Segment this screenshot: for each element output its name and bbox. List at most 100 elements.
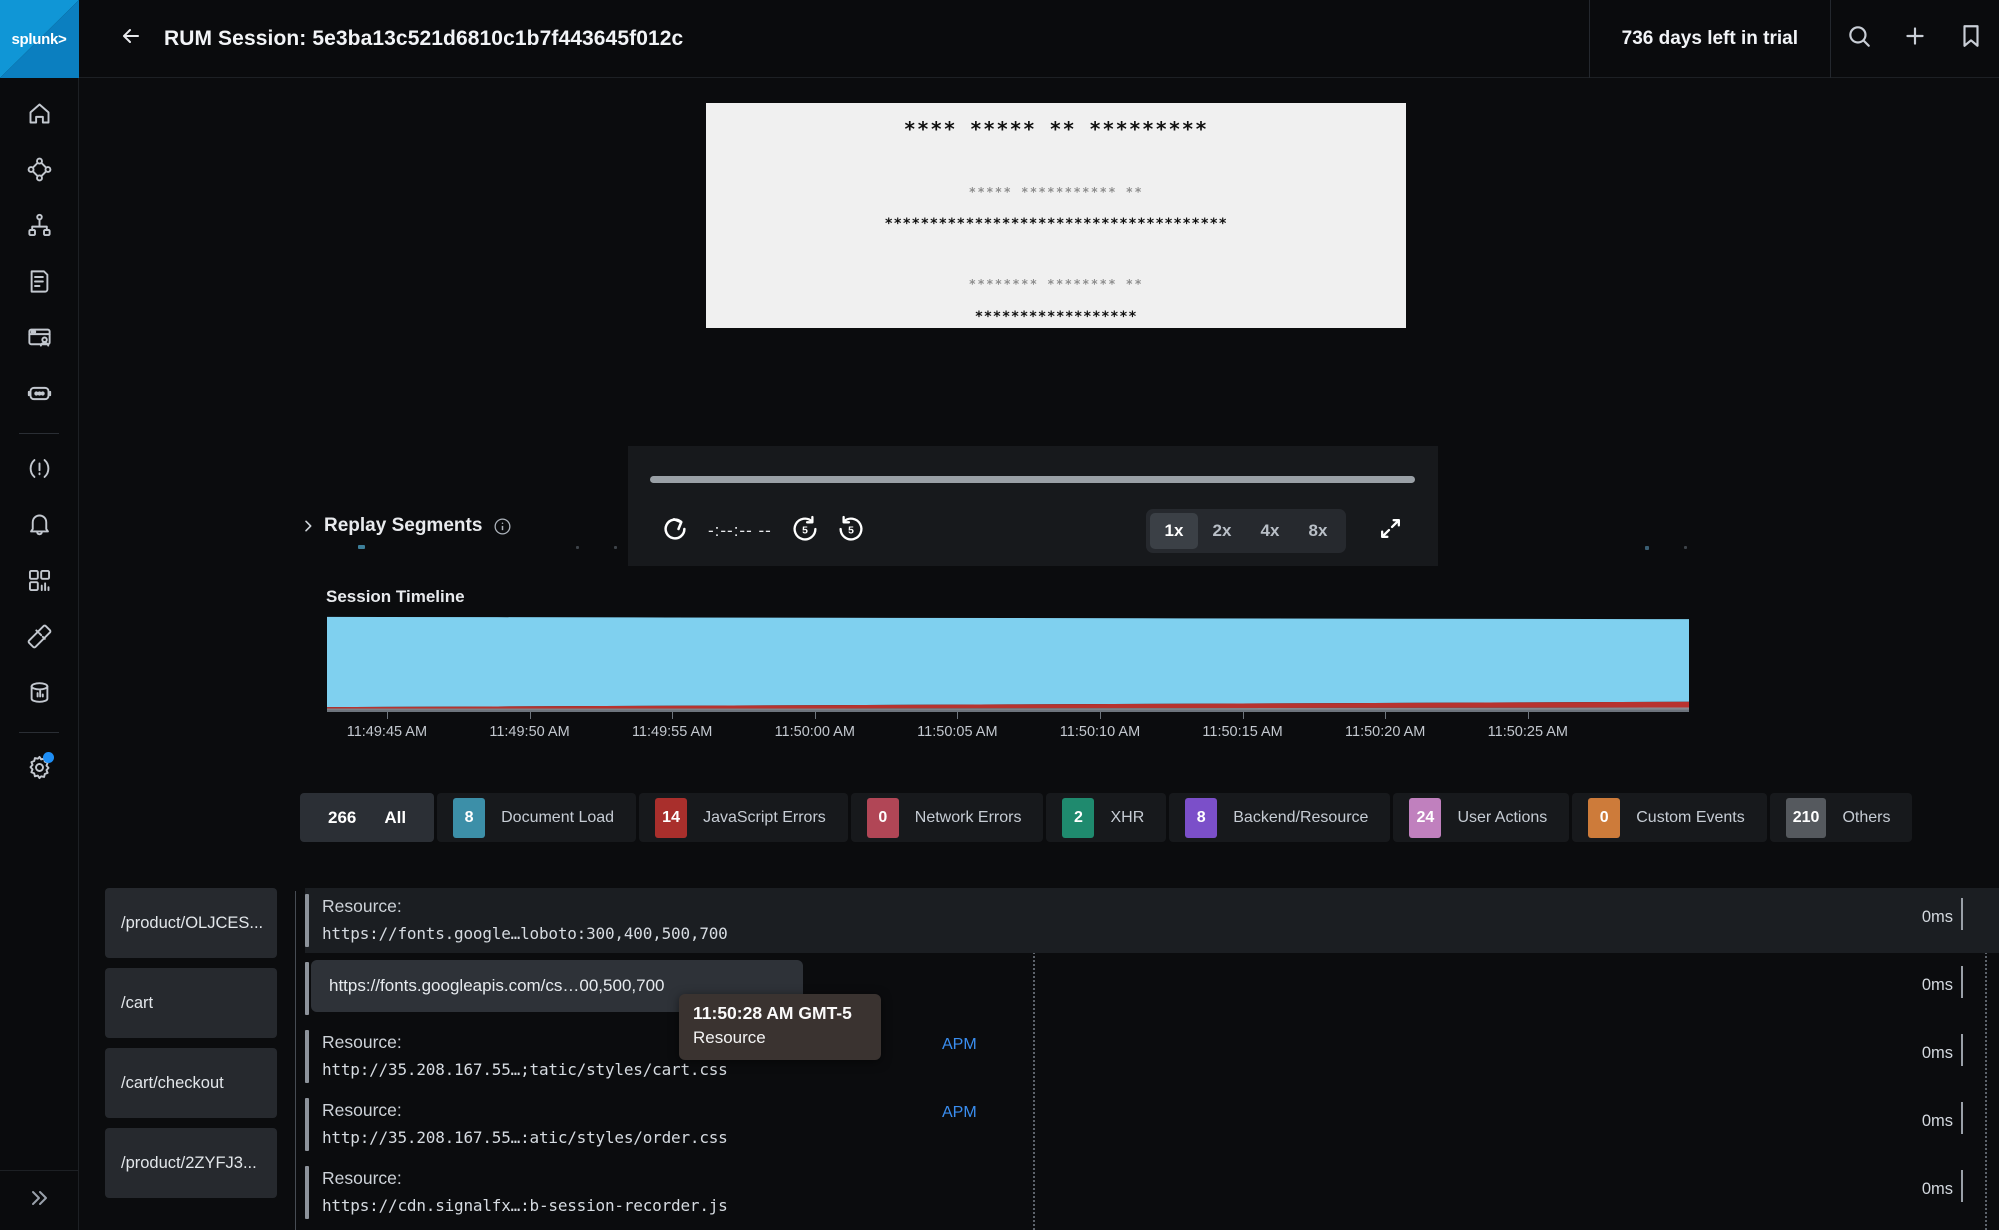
svg-text:5: 5 xyxy=(848,525,854,536)
segment-marker xyxy=(358,545,365,549)
masked-text-line: ******** ******** ** xyxy=(968,277,1144,291)
add-button[interactable] xyxy=(1887,0,1943,78)
page-list-item[interactable]: /cart/checkout xyxy=(105,1048,277,1118)
speed-4x-button[interactable]: 4x xyxy=(1246,513,1294,549)
sidebar-item-log-observer[interactable] xyxy=(12,256,66,312)
filter-chip-custom-events[interactable]: 0 Custom Events xyxy=(1572,793,1767,842)
replay-viewport[interactable]: **** ***** ** ********* ***** **********… xyxy=(706,103,1406,328)
filter-chip-network-errors[interactable]: 0 Network Errors xyxy=(850,793,1044,842)
row-resource-url: https://fonts.google…loboto:300,400,500,… xyxy=(322,924,728,943)
row-type-marker xyxy=(305,1030,309,1083)
page-url-list: /product/OLJCES... /cart/cart/checkout/pr… xyxy=(105,888,277,1208)
sidebar-item-alerts[interactable] xyxy=(12,499,66,555)
axis-tick-label: 11:50:20 AM xyxy=(1345,724,1426,740)
sidebar-item-synthetics[interactable] xyxy=(12,368,66,424)
row-duration-bar xyxy=(1961,1034,1963,1066)
waterfall-row[interactable]: Resource: http://35.208.167.55…;tatic/sty… xyxy=(305,1024,1999,1089)
page-list-item[interactable]: /product/2ZYFJ3... xyxy=(105,1128,277,1198)
sidebar-item-metrics[interactable] xyxy=(12,611,66,667)
filter-chip-xhr[interactable]: 2 XHR xyxy=(1046,793,1167,842)
playback-buttons-row: -:--:-- -- 5 5 1x 2x 4x 8x xyxy=(628,501,1438,561)
row-event-type: Resource: xyxy=(322,1100,402,1120)
filter-chip-javascript-errors[interactable]: 14 JavaScript Errors xyxy=(639,793,848,842)
event-tooltip: 11:50:28 AM GMT-5 Resource xyxy=(679,994,881,1060)
bookmark-icon xyxy=(1958,23,1984,54)
row-event-type: Resource: xyxy=(322,1168,402,1188)
playback-scrubber[interactable] xyxy=(650,476,1415,483)
sidebar-item-incidents[interactable] xyxy=(12,443,66,499)
trial-status: 736 days left in trial xyxy=(1588,0,1831,78)
replay-segments-label: Replay Segments xyxy=(324,515,483,536)
row-duration: 0ms xyxy=(1921,976,1953,994)
playback-time: -:--:-- -- xyxy=(708,521,772,540)
speed-1x-button[interactable]: 1x xyxy=(1150,513,1198,549)
waterfall-row[interactable]: Resource: http://35.208.167.55…:atic/styl… xyxy=(305,1092,1999,1157)
chip-label: Others xyxy=(1842,808,1891,826)
filter-chip-user-actions[interactable]: 24 User Actions xyxy=(1393,793,1570,842)
rewind-5-icon: 5 xyxy=(790,514,820,549)
chip-count: 24 xyxy=(1409,797,1442,838)
forward-5-button[interactable]: 5 xyxy=(828,508,874,554)
row-event-type: Resource: xyxy=(322,896,402,916)
rail-divider-2 xyxy=(19,732,59,733)
header-actions: 736 days left in trial xyxy=(1588,0,1999,78)
sidebar-item-data-management[interactable] xyxy=(12,667,66,723)
sidebar-expand-button[interactable] xyxy=(0,1170,78,1230)
waterfall-row[interactable]: Resource: https://fonts.google…loboto:300… xyxy=(305,888,1999,953)
filter-chip-others[interactable]: 210 Others xyxy=(1769,793,1913,842)
arrow-left-icon xyxy=(119,24,143,53)
session-timeline-axis: 11:49:45 AM 11:49:50 AM 11:49:55 AM 11:50:0… xyxy=(327,710,1689,752)
replay-segments-toggle[interactable]: Replay Segments xyxy=(300,515,512,537)
restart-button[interactable] xyxy=(652,508,698,554)
alert-icon xyxy=(26,455,53,487)
session-timeline-chart[interactable] xyxy=(327,614,1689,710)
timeline-series-band xyxy=(327,616,1689,708)
row-resource-url: https://cdn.signalfx…:b-session-recorder… xyxy=(322,1196,728,1215)
filter-chip-backend-resource[interactable]: 8 Backend/Resource xyxy=(1169,793,1391,842)
splunk-logo[interactable]: splunk> xyxy=(0,0,79,78)
segment-marker xyxy=(1684,546,1687,549)
sidebar-item-dashboards[interactable] xyxy=(12,555,66,611)
chip-label: All xyxy=(384,807,407,827)
service-map-icon xyxy=(26,156,53,188)
segment-marker xyxy=(1645,546,1649,550)
sidebar-item-infrastructure[interactable] xyxy=(12,200,66,256)
speed-2x-button[interactable]: 2x xyxy=(1198,513,1246,549)
chevron-right-icon xyxy=(300,518,316,534)
back-button[interactable] xyxy=(118,26,144,52)
row-apm-link[interactable]: APM xyxy=(942,1104,977,1122)
search-button[interactable] xyxy=(1831,0,1887,78)
rail-divider-1 xyxy=(19,433,59,434)
chip-label: Custom Events xyxy=(1636,808,1745,826)
sidebar-item-settings[interactable] xyxy=(12,742,66,798)
fullscreen-button[interactable] xyxy=(1360,508,1420,554)
chip-label: JavaScript Errors xyxy=(703,808,826,826)
sidebar-item-apm[interactable] xyxy=(12,144,66,200)
page-list-item[interactable]: /cart xyxy=(105,968,277,1038)
bookmark-button[interactable] xyxy=(1943,0,1999,78)
filter-chip-document-load[interactable]: 8 Document Load xyxy=(437,793,637,842)
chip-label: Backend/Resource xyxy=(1233,808,1369,826)
chip-count: 2 xyxy=(1062,797,1095,838)
row-apm-link[interactable]: APM xyxy=(942,1036,977,1054)
waterfall-row[interactable]: Resource: https://cdn.signalfx…:b-session… xyxy=(305,1160,1999,1225)
row-event-type: Resource: xyxy=(322,1032,402,1052)
axis-tick-label: 11:50:05 AM xyxy=(917,724,998,740)
axis-tick-label: 11:49:50 AM xyxy=(489,724,570,740)
tooltip-event-type: Resource xyxy=(693,1028,766,1047)
page-list-item[interactable]: /product/OLJCES... xyxy=(105,888,277,958)
filter-chip-all[interactable]: 266 All xyxy=(300,793,435,842)
logo-text: splunk> xyxy=(11,30,67,48)
rewind-5-button[interactable]: 5 xyxy=(782,508,828,554)
chip-count: 0 xyxy=(1588,797,1621,838)
hierarchy-icon xyxy=(26,212,53,244)
sidebar-item-rum[interactable] xyxy=(12,312,66,368)
chip-count: 0 xyxy=(866,797,899,838)
forward-5-icon: 5 xyxy=(836,514,866,549)
speed-8x-button[interactable]: 8x xyxy=(1294,513,1342,549)
chip-count: 8 xyxy=(453,797,486,838)
document-icon xyxy=(26,268,53,300)
sidebar-item-home[interactable] xyxy=(12,88,66,144)
info-icon[interactable] xyxy=(493,517,512,536)
waterfall-row[interactable]: https://fonts.googleapis.com/cs…00,500,7… xyxy=(305,956,1999,1021)
